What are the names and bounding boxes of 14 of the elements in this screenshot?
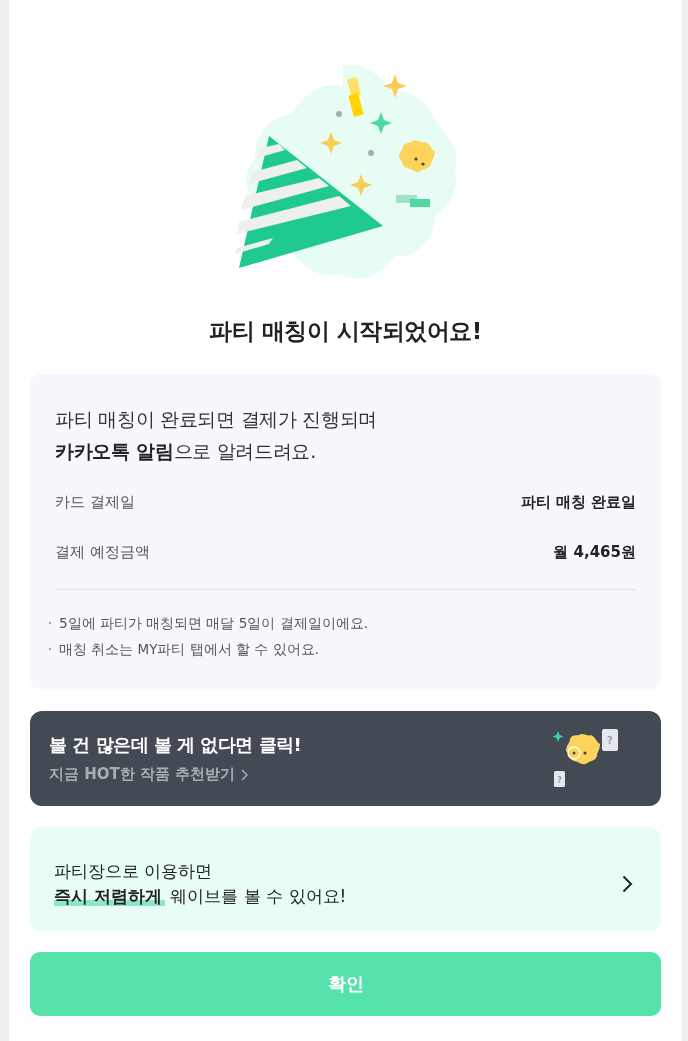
card-mark: ? [607, 734, 613, 746]
page-title: 파티 매칭이 시작되었어요! [209, 317, 482, 346]
banner-title: 볼 건 많은데 볼 게 없다면 클릭! [49, 733, 302, 757]
row-value: 파티 매칭 완료일 [520, 492, 636, 513]
recommend-link[interactable]: 지금 HOT한 작품 추천받기 [49, 765, 302, 784]
note-text: 매칭 취소는 MY파티 탭에서 할 수 있어요. [59, 640, 319, 659]
row-label: 결제 예정금액 [55, 542, 150, 563]
row-label: 카드 결제일 [55, 492, 135, 513]
row-value: 월 4,465원 [553, 542, 636, 563]
chevron-right-icon [241, 768, 249, 781]
card-mark: ? [557, 775, 562, 785]
note-text: 5일에 파티가 매칭되면 매달 5일이 결제일이에요. [59, 614, 368, 633]
chevron-right-icon [622, 875, 633, 893]
notice-message: 파티 매칭이 완료되면 결제가 진행되며 카카오톡 알림으로 알려드려요. [55, 407, 379, 464]
